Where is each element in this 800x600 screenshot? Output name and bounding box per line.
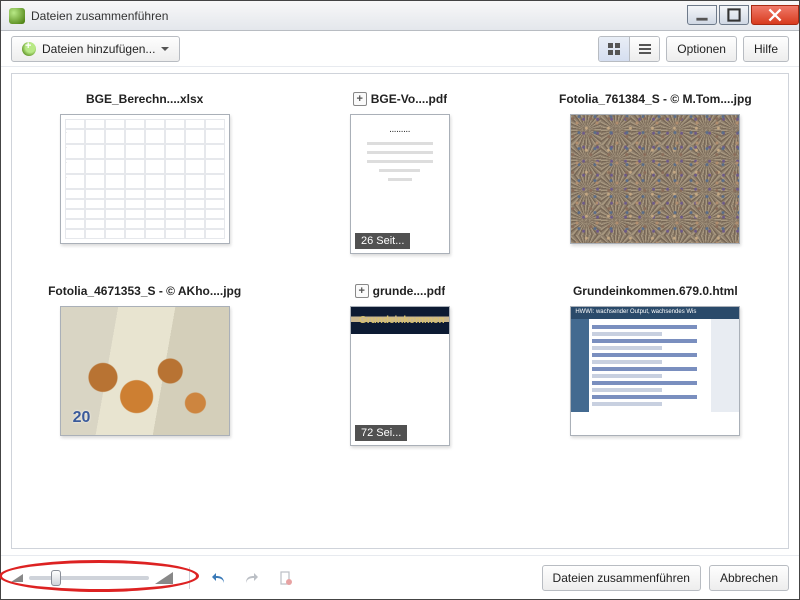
file-grid: BGE_Berechn....xlsx · · · · + xyxy=(22,92,778,446)
undo-button[interactable] xyxy=(206,566,230,590)
file-name: BGE_Berechn....xlsx xyxy=(86,92,203,106)
redo-button[interactable] xyxy=(240,566,264,590)
separator xyxy=(189,567,190,589)
options-button[interactable]: Optionen xyxy=(666,36,737,62)
spreadsheet-preview: · · · · xyxy=(61,115,229,243)
file-item[interactable]: BGE_Berechn....xlsx · · · · xyxy=(22,92,267,254)
remove-button[interactable] xyxy=(274,566,298,590)
html-preview: HWWI: wachsender Output, wachsendes Wis xyxy=(571,307,739,412)
file-name: Grundeinkommen.679.0.html xyxy=(573,284,738,298)
file-item[interactable]: Fotolia_4671353_S - © AKho....jpg xyxy=(22,284,267,446)
pdf-preview: Grundeinkommen xyxy=(351,307,449,334)
help-label: Hilfe xyxy=(754,42,778,56)
window-titlebar: Dateien zusammenführen xyxy=(1,1,799,31)
file-thumbnail: ········· 26 Seit... xyxy=(350,114,450,254)
zoom-large-icon xyxy=(155,572,173,584)
cancel-button[interactable]: Abbrechen xyxy=(709,565,789,591)
add-files-label: Dateien hinzufügen... xyxy=(42,42,155,56)
app-icon xyxy=(9,8,25,24)
file-item[interactable]: Grundeinkommen.679.0.html HWWI: wachsend… xyxy=(533,284,778,446)
cancel-label: Abbrechen xyxy=(720,571,778,585)
maximize-icon xyxy=(727,8,741,22)
options-label: Optionen xyxy=(677,42,726,56)
file-name: grunde....pdf xyxy=(373,284,446,298)
expand-pages-icon[interactable]: + xyxy=(353,92,367,106)
file-thumbnail xyxy=(570,114,740,244)
file-thumbnail xyxy=(60,306,230,436)
slider-knob[interactable] xyxy=(51,570,61,586)
window-controls xyxy=(687,6,799,25)
expand-pages-icon[interactable]: + xyxy=(355,284,369,298)
file-thumbnail: HWWI: wachsender Output, wachsendes Wis xyxy=(570,306,740,436)
file-item[interactable]: Fotolia_761384_S - © M.Tom....jpg xyxy=(533,92,778,254)
html-header-bar: HWWI: wachsender Output, wachsendes Wis xyxy=(571,307,739,319)
maximize-button[interactable] xyxy=(719,5,749,25)
undo-icon xyxy=(210,570,226,586)
combine-label: Dateien zusammenführen xyxy=(553,571,690,585)
file-name: BGE-Vo....pdf xyxy=(371,92,447,106)
document-remove-icon xyxy=(278,570,294,586)
file-thumbnail: Grundeinkommen 72 Sei... xyxy=(350,306,450,446)
close-icon xyxy=(768,8,782,22)
file-thumbnail: · · · · xyxy=(60,114,230,244)
page-count-badge: 72 Sei... xyxy=(355,425,407,441)
add-icon xyxy=(22,42,36,56)
view-list-button[interactable] xyxy=(629,37,659,61)
file-name: Fotolia_761384_S - © M.Tom....jpg xyxy=(559,92,752,106)
help-button[interactable]: Hilfe xyxy=(743,36,789,62)
pdf-preview: ········· xyxy=(351,115,449,195)
toolbar: Dateien hinzufügen... Optionen Hilfe xyxy=(1,31,799,67)
file-list-area[interactable]: BGE_Berechn....xlsx · · · · + xyxy=(11,73,789,549)
redo-icon xyxy=(244,570,260,586)
minimize-button[interactable] xyxy=(687,5,717,25)
thumbnail-size-control xyxy=(11,572,173,584)
bottom-bar: Dateien zusammenführen Abbrechen xyxy=(1,555,799,599)
window-title: Dateien zusammenführen xyxy=(31,9,168,23)
minimize-icon xyxy=(695,8,709,22)
file-item[interactable]: + BGE-Vo....pdf ········· 26 Seit... xyxy=(277,92,522,254)
thumbnail-size-slider[interactable] xyxy=(29,576,149,580)
dropdown-caret-icon xyxy=(161,47,169,51)
file-name: Fotolia_4671353_S - © AKho....jpg xyxy=(48,284,241,298)
add-files-button[interactable]: Dateien hinzufügen... xyxy=(11,36,180,62)
file-item[interactable]: + grunde....pdf Grundeinkommen 72 Sei... xyxy=(277,284,522,446)
zoom-small-icon xyxy=(11,574,23,582)
thumb-title: Grundeinkommen xyxy=(359,315,441,326)
page-count-badge: 26 Seit... xyxy=(355,233,410,249)
list-icon xyxy=(638,42,652,56)
combine-files-button[interactable]: Dateien zusammenführen xyxy=(542,565,701,591)
view-thumbnails-button[interactable] xyxy=(599,37,629,61)
grid-icon xyxy=(607,42,621,56)
view-mode-group xyxy=(598,36,660,62)
close-button[interactable] xyxy=(751,5,799,25)
